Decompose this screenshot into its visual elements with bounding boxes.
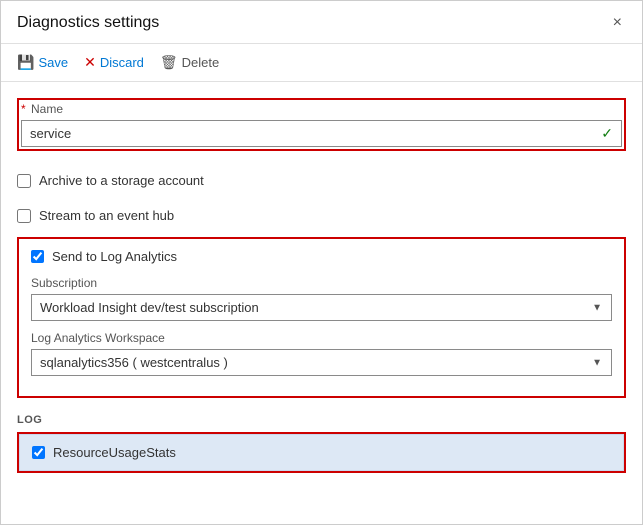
name-input[interactable] xyxy=(22,121,593,146)
subscription-dropdown-wrapper: Workload Insight dev/test subscription ▼ xyxy=(31,294,612,321)
workspace-dropdown[interactable]: sqlanalytics356 ( westcentralus ) xyxy=(31,349,612,376)
resource-usage-label[interactable]: ResourceUsageStats xyxy=(53,445,176,460)
resource-usage-checkbox[interactable] xyxy=(32,446,45,459)
log-section-title: LOG xyxy=(17,414,626,426)
workspace-dropdown-wrapper: sqlanalytics356 ( westcentralus ) ▼ xyxy=(31,349,612,376)
log-analytics-header: Send to Log Analytics xyxy=(31,249,612,264)
log-analytics-section: Send to Log Analytics Subscription Workl… xyxy=(17,237,626,398)
discard-button[interactable]: ✕ Discard xyxy=(84,52,144,73)
name-input-row: ✓ xyxy=(21,120,622,147)
delete-icon: 🗑 xyxy=(160,54,178,71)
stream-checkbox-row: Stream to an event hub xyxy=(17,198,626,233)
name-label: * Name xyxy=(21,102,622,116)
stream-checkbox[interactable] xyxy=(17,209,31,223)
archive-label[interactable]: Archive to a storage account xyxy=(39,173,204,188)
log-section: LOG ResourceUsageStats xyxy=(17,414,626,473)
dialog-title: Diagnostics settings xyxy=(17,14,159,32)
log-item-wrapper: ResourceUsageStats xyxy=(17,432,626,473)
valid-checkmark-icon: ✓ xyxy=(593,125,621,142)
form-content: * Name ✓ Archive to a storage account St… xyxy=(1,82,642,524)
archive-checkbox[interactable] xyxy=(17,174,31,188)
discard-label: Discard xyxy=(100,55,144,70)
delete-label: Delete xyxy=(182,55,220,70)
toolbar: 💾 Save ✕ Discard 🗑 Delete xyxy=(1,44,642,82)
delete-button[interactable]: 🗑 Delete xyxy=(160,52,219,73)
save-button[interactable]: 💾 Save xyxy=(17,52,68,73)
save-label: Save xyxy=(38,55,68,70)
log-item: ResourceUsageStats xyxy=(19,434,624,471)
log-analytics-label[interactable]: Send to Log Analytics xyxy=(52,249,177,264)
archive-checkbox-row: Archive to a storage account xyxy=(17,163,626,198)
dialog-header: Diagnostics settings × xyxy=(1,1,642,44)
subscription-dropdown[interactable]: Workload Insight dev/test subscription xyxy=(31,294,612,321)
name-field-wrapper: * Name ✓ xyxy=(17,98,626,151)
subscription-label: Subscription xyxy=(31,276,612,290)
stream-label[interactable]: Stream to an event hub xyxy=(39,208,174,223)
close-button[interactable]: × xyxy=(609,13,626,33)
discard-icon: ✕ xyxy=(84,54,96,71)
workspace-label: Log Analytics Workspace xyxy=(31,331,612,345)
required-star: * xyxy=(21,102,26,116)
diagnostics-settings-dialog: Diagnostics settings × 💾 Save ✕ Discard … xyxy=(0,0,643,525)
log-analytics-checkbox[interactable] xyxy=(31,250,44,263)
save-icon: 💾 xyxy=(17,54,34,71)
name-field-label: Name xyxy=(31,102,63,116)
